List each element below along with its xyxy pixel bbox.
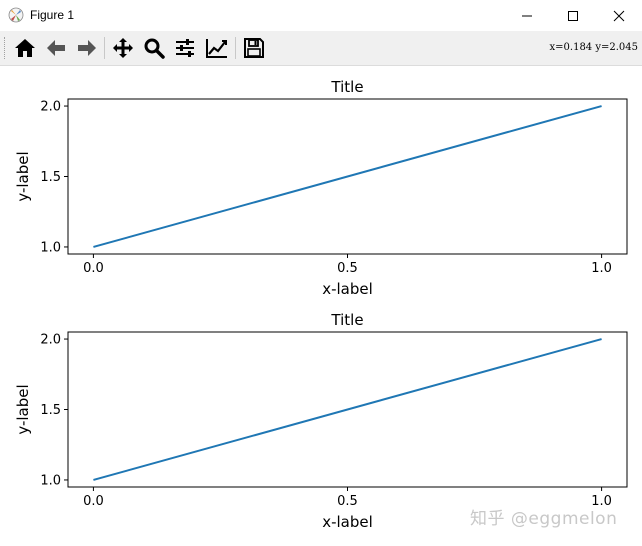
chart-2-series-line — [93, 338, 602, 481]
move-icon — [113, 38, 133, 58]
chart-2-y-tick-label: 2.0 — [40, 333, 61, 348]
chart-2-y-tick-label: 1.0 — [40, 473, 61, 488]
chart-1-y-tick-label: 1.5 — [40, 170, 61, 185]
chart-1-y-tick-label: 2.0 — [40, 100, 61, 115]
window-titlebar: Figure 1 — [0, 0, 642, 31]
chart-1-y-axis-label: y-label — [14, 151, 32, 201]
watermark: 知乎 @eggmelon — [470, 509, 618, 529]
chart-1-series-line — [93, 105, 602, 248]
window-title: Figure 1 — [30, 8, 75, 22]
figure-canvas[interactable]: Title 0.0 0.5 1.0 1.0 1.5 2.0 x-label y-label Tit… — [0, 66, 642, 546]
minimize-icon — [522, 15, 532, 16]
chart-1-y-tick-label: 1.0 — [40, 240, 61, 255]
chart-2-y-axis-label: y-label — [14, 384, 32, 434]
close-icon — [613, 10, 625, 21]
subplots-button[interactable] — [172, 35, 198, 61]
chart-1-x-tick-label: 1.0 — [591, 261, 612, 276]
pan-button[interactable] — [110, 35, 136, 61]
navigation-toolbar — [0, 31, 642, 66]
toolbar-grip — [4, 37, 8, 59]
back-arrow-icon — [47, 40, 65, 56]
back-button[interactable] — [43, 35, 69, 61]
forward-arrow-icon — [78, 40, 96, 56]
chart-2-x-tick-label: 0.5 — [337, 494, 358, 509]
close-button[interactable] — [596, 0, 642, 31]
matplotlib-app-icon — [8, 7, 24, 23]
maximize-icon — [568, 10, 578, 21]
toolbar-separator — [104, 37, 105, 59]
chart-1-title: Title — [330, 78, 363, 96]
line-chart-icon — [206, 39, 227, 58]
home-icon — [15, 39, 35, 57]
chart-1-x-tick-label: 0.0 — [83, 261, 104, 276]
forward-button[interactable] — [74, 35, 100, 61]
save-icon — [244, 38, 264, 58]
chart-2-x-tick-label: 0.0 — [83, 494, 104, 509]
home-button[interactable] — [12, 35, 38, 61]
zoom-icon — [144, 38, 165, 59]
sliders-icon — [176, 39, 194, 57]
chart-2-x-axis-label: x-label — [322, 513, 373, 531]
chart-2-title: Title — [330, 311, 363, 329]
chart-1-x-axis-label: x-label — [322, 280, 373, 298]
axes-edit-button[interactable] — [204, 35, 230, 61]
chart-1-x-tick-label: 0.5 — [337, 261, 358, 276]
chart-2-y-tick-label: 1.5 — [40, 403, 61, 418]
zoom-button[interactable] — [141, 35, 167, 61]
save-button[interactable] — [241, 35, 267, 61]
maximize-button[interactable] — [550, 0, 596, 31]
toolbar-separator — [235, 37, 236, 59]
minimize-button[interactable] — [504, 0, 550, 31]
cursor-coordinates: x=0.184 y=2.045 — [549, 42, 638, 53]
